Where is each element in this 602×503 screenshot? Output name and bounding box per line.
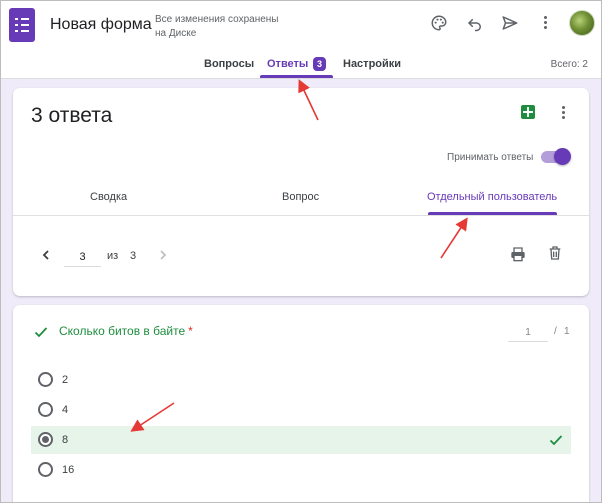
chevron-left-icon[interactable] — [40, 248, 52, 260]
total-points: Всего: 2 — [550, 59, 588, 70]
score-max: 1 — [564, 326, 570, 337]
print-icon[interactable] — [510, 246, 526, 262]
responses-count-title: 3 ответа — [31, 104, 113, 127]
palette-icon[interactable] — [428, 12, 450, 34]
radio-button[interactable] — [38, 372, 53, 387]
pager-total: 3 — [130, 250, 137, 262]
subtab-individual[interactable]: Отдельный пользователь — [427, 191, 557, 203]
correct-check-icon — [34, 325, 48, 339]
question-card: Сколько битов в байте* / 1 2 4 8 16 — [13, 305, 589, 503]
responses-card: 3 ответа Принимать ответы Сводка Вопрос … — [13, 88, 589, 296]
subtab-question[interactable]: Вопрос — [282, 191, 319, 203]
trash-icon[interactable] — [547, 245, 563, 261]
question-text: Сколько битов в байте — [59, 324, 186, 338]
active-tab-indicator — [260, 75, 333, 78]
divider — [13, 215, 589, 216]
save-status: Все изменения сохранены на Диске — [155, 14, 279, 39]
app-header: Новая форма Все изменения сохранены на Д… — [0, 0, 602, 79]
more-vert-icon[interactable] — [535, 12, 557, 34]
score-input[interactable] — [508, 324, 548, 342]
sheets-icon[interactable] — [521, 105, 535, 119]
option-label: 16 — [62, 464, 75, 476]
send-icon[interactable] — [499, 12, 521, 34]
option-row[interactable]: 2 — [31, 366, 571, 394]
tab-responses[interactable]: Ответы — [267, 58, 308, 70]
responses-more-icon[interactable] — [562, 106, 566, 121]
option-row[interactable]: 4 — [31, 396, 571, 424]
avatar[interactable] — [569, 10, 595, 36]
undo-icon[interactable] — [464, 12, 486, 34]
option-label: 4 — [62, 404, 69, 416]
question-title: Сколько битов в байте * — [59, 324, 193, 338]
subtab-summary[interactable]: Сводка — [90, 191, 127, 203]
tab-settings[interactable]: Настройки — [343, 58, 401, 70]
responses-count-badge: 3 — [313, 57, 326, 71]
option-label: 8 — [62, 434, 69, 446]
required-mark: * — [188, 324, 193, 338]
option-row[interactable]: 16 — [31, 456, 571, 484]
chevron-right-icon[interactable] — [157, 248, 169, 260]
accept-responses-label: Принимать ответы — [447, 152, 534, 163]
correct-answer-check-icon — [549, 433, 563, 447]
tab-questions[interactable]: Вопросы — [204, 58, 254, 70]
response-index-input[interactable] — [64, 247, 101, 267]
form-title[interactable]: Новая форма — [50, 16, 152, 34]
radio-button[interactable] — [38, 462, 53, 477]
radio-button-selected[interactable] — [38, 432, 53, 447]
option-row-correct[interactable]: 8 — [31, 426, 571, 454]
option-label: 2 — [62, 374, 69, 386]
forms-logo-icon[interactable] — [9, 8, 35, 42]
radio-button[interactable] — [38, 402, 53, 417]
score-separator: / — [554, 326, 557, 337]
pager-of-label: из — [107, 250, 119, 262]
toggle-knob[interactable] — [554, 148, 571, 165]
